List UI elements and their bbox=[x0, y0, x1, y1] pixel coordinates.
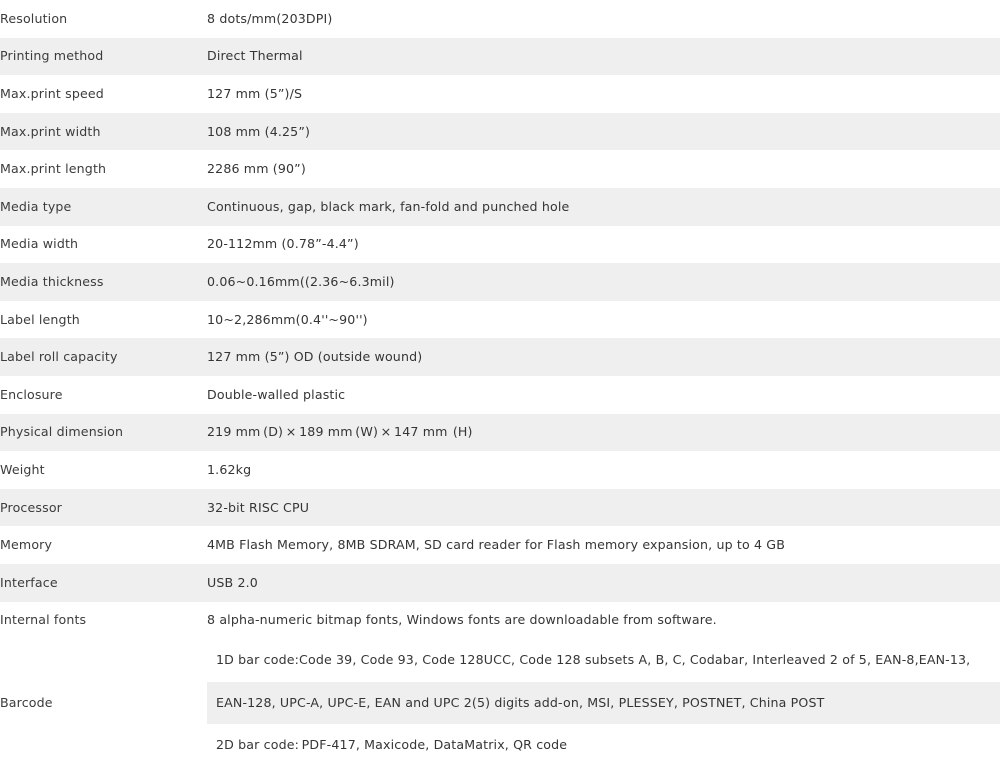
spec-value-cell: USB 2.0 bbox=[207, 563, 1000, 602]
table-row: Label length 10~2,286mm(0.4''~90'') bbox=[0, 300, 1000, 339]
spec-value-cell: 127 mm (5”)/S bbox=[207, 75, 1000, 113]
spec-label-cell: Printing method bbox=[0, 37, 207, 76]
table-row: Memory 4MB Flash Memory, 8MB SDRAM, SD ca… bbox=[0, 526, 1000, 564]
spec-label-cell: Media width bbox=[0, 225, 207, 264]
spec-value-cell: 32-bit RISC CPU bbox=[207, 488, 1000, 527]
spec-label-cell: Label roll capacity bbox=[0, 338, 207, 376]
spec-value-cell: 4MB Flash Memory, 8MB SDRAM, SD card rea… bbox=[207, 526, 1000, 564]
spec-value-cell: Continuous, gap, black mark, fan-fold an… bbox=[207, 187, 1000, 226]
table-row: Max.print speed 127 mm (5”)/S bbox=[0, 75, 1000, 113]
spec-label-cell: Internal fonts bbox=[0, 601, 207, 640]
spec-value-cell: Direct Thermal bbox=[207, 37, 1000, 76]
spec-value-cell: 219 mm (D) × 189 mm (W) × 147 mm (H) bbox=[207, 413, 1000, 452]
table-row: Max.print length 2286 mm (90”) bbox=[0, 150, 1000, 188]
table-row: Weight 1.62kg bbox=[0, 451, 1000, 489]
spec-value-cell: 20-112mm (0.78”-4.4”) bbox=[207, 225, 1000, 264]
table-row: Max.print width 108 mm (4.25”) bbox=[0, 112, 1000, 151]
spec-value-cell: Double-walled plastic bbox=[207, 375, 1000, 414]
spec-value-cell: 8 alpha-numeric bitmap fonts, Windows fo… bbox=[207, 601, 1000, 640]
spec-label-cell: Memory bbox=[0, 526, 207, 564]
spec-label-cell: Max.print width bbox=[0, 112, 207, 151]
spec-value-cell: 0.06~0.16mm((2.36~6.3mil) bbox=[207, 263, 1000, 301]
spec-label-cell: Label length bbox=[0, 300, 207, 339]
table-row: Media type Continuous, gap, black mark, f… bbox=[0, 187, 1000, 226]
spec-value-cell: 2286 mm (90”) bbox=[207, 150, 1000, 188]
spec-label-cell: Resolution bbox=[0, 0, 207, 38]
table-row: Interface USB 2.0 bbox=[0, 563, 1000, 602]
specification-table: Resolution 8 dots/mm(203DPI) Printing meth… bbox=[0, 0, 1000, 767]
spec-value-cell: 127 mm (5”) OD (outside wound) bbox=[207, 338, 1000, 376]
spec-label-cell: Max.print speed bbox=[0, 75, 207, 113]
table-row: Media thickness 0.06~0.16mm((2.36~6.3mil) bbox=[0, 263, 1000, 301]
barcode-sub-row: 2D bar code: PDF-417, Maxicode, DataMatr… bbox=[207, 724, 1000, 767]
spec-label-cell: Physical dimension bbox=[0, 413, 207, 452]
table-row: Printing method Direct Thermal bbox=[0, 37, 1000, 76]
spec-label-cell: Interface bbox=[0, 563, 207, 602]
spec-label-cell: Max.print length bbox=[0, 150, 207, 188]
spec-label-cell: Media thickness bbox=[0, 263, 207, 301]
spec-value-cell: 10~2,286mm(0.4''~90'') bbox=[207, 300, 1000, 339]
table-row: Internal fonts 8 alpha-numeric bitmap fon… bbox=[0, 601, 1000, 640]
table-row-barcode: Barcode 1D bar code:Code 39, Code 93, Cod… bbox=[0, 639, 1000, 767]
spec-label-cell: Processor bbox=[0, 488, 207, 527]
table-row: Label roll capacity 127 mm (5”) OD (outsi… bbox=[0, 338, 1000, 376]
spec-label-cell: Weight bbox=[0, 451, 207, 489]
specification-table-body: Resolution 8 dots/mm(203DPI) Printing meth… bbox=[0, 0, 1000, 767]
table-row: Resolution 8 dots/mm(203DPI) bbox=[0, 0, 1000, 38]
spec-value-cell: 1.62kg bbox=[207, 451, 1000, 489]
spec-label-cell: Enclosure bbox=[0, 375, 207, 414]
spec-label-cell: Media type bbox=[0, 187, 207, 226]
barcode-sub-row: EAN-128, UPC-A, UPC-E, EAN and UPC 2(5) … bbox=[207, 681, 1000, 725]
table-row: Processor 32-bit RISC CPU bbox=[0, 488, 1000, 527]
table-row: Physical dimension 219 mm (D) × 189 mm (W… bbox=[0, 413, 1000, 452]
spec-value-cell-group: 1D bar code:Code 39, Code 93, Code 128UC… bbox=[207, 639, 1000, 767]
spec-value-cell: 8 dots/mm(203DPI) bbox=[207, 0, 1000, 38]
table-row: Enclosure Double-walled plastic bbox=[0, 375, 1000, 414]
table-row: Media width 20-112mm (0.78”-4.4”) bbox=[0, 225, 1000, 264]
spec-label-cell: Barcode bbox=[0, 639, 207, 767]
barcode-sub-row: 1D bar code:Code 39, Code 93, Code 128UC… bbox=[207, 639, 1000, 682]
spec-value-cell: 108 mm (4.25”) bbox=[207, 112, 1000, 151]
